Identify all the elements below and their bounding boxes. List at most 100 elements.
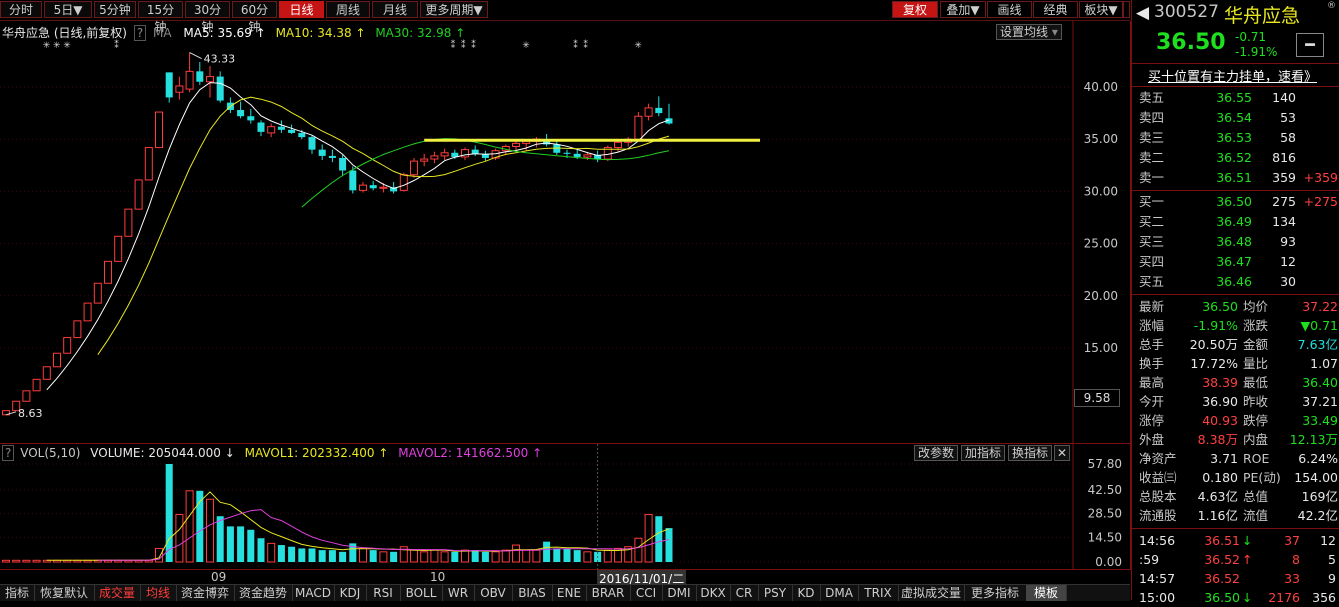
indicator-tab-6[interactable]: MACD [292,585,335,601]
kline-chart-area[interactable]: 40.00 35.00 30.00 25.00 20.00 15.00 43.33 8.63 ✳… [0,21,1131,443]
indicator-tab-1[interactable]: 恢复默认 [34,585,95,601]
volume-bar [22,559,31,563]
help-icon[interactable]: ? [133,25,147,41]
indicator-tab-10[interactable]: WR [442,585,475,601]
indicator-tab-0[interactable]: 指标 [0,585,35,601]
indicator-tab-4[interactable]: 资金博弈 [176,585,235,601]
candle-body [644,107,653,117]
candle-body [430,155,439,160]
volume-bar [583,551,592,563]
stats-row: 今开 36.90 昨收 37.21 [1132,392,1339,411]
period-tab-8[interactable]: 月线 [372,1,418,18]
toolbar-right-button-2[interactable]: 画线 [987,1,1032,18]
indicator-tab-24[interactable]: 更多指标 [964,585,1027,601]
period-tab-5[interactable]: 60分钟 [232,1,277,34]
order-banner-link[interactable]: 买十位置有主力挂单，速看》 [1148,66,1317,85]
indicator-tab-12[interactable]: BIAS [512,585,553,601]
volume-bar [226,526,234,562]
indicator-tab-19[interactable]: PSY [758,585,793,601]
switch-indicator-button[interactable]: 换指标 [1008,445,1053,461]
volume-chart-area[interactable]: 57.80 42.50 28.50 14.50 0.00 ? VOL(5,10) VOL… [0,443,1131,570]
indicator-tab-14[interactable]: BRAR [586,585,631,601]
indicator-tab-23[interactable]: 虚拟成交量 [898,585,965,601]
period-tab-6[interactable]: 日线 [279,1,324,18]
event-marker-icon[interactable]: ✳ [63,41,71,51]
indicator-tab-8[interactable]: RSI [366,585,401,601]
period-tab-7[interactable]: 周线 [326,1,370,18]
ma-settings-button[interactable]: 设置均线 ▾ [996,24,1062,40]
edit-params-button[interactable]: 改参数 [914,445,959,461]
close-icon[interactable]: ✕ [1054,445,1070,461]
toolbar-right-button-4[interactable]: 板块▼ [1079,1,1123,18]
price-change: -0.71 [1235,30,1267,44]
volume-bar [553,548,561,562]
event-marker-icon[interactable]: ⁑ [471,39,476,51]
indicator-tab-7[interactable]: KDJ [334,585,367,601]
next-arrow-icon[interactable] [1123,1,1130,18]
ask-price: 36.52 [1216,150,1252,165]
indicator-tab-25[interactable]: 模板 [1026,585,1067,601]
toolbar-right-button-3[interactable]: 经典 [1033,1,1078,18]
bid-row: 买三 36.48 93 [1132,232,1339,252]
ask-row: 卖二 36.52 816 [1132,148,1339,168]
period-tab-3[interactable]: 15分钟 [138,1,183,34]
period-tab-9[interactable]: 更多周期▼ [420,1,488,18]
event-marker-icon[interactable]: ✳ [43,41,51,51]
volume-bar [665,528,673,562]
period-tab-1[interactable]: 5日▼ [44,1,92,18]
bid-label: 买四 [1139,254,1165,269]
indicator-tab-16[interactable]: DMI [662,585,697,601]
event-marker-icon[interactable]: ✳ [53,41,61,51]
event-marker-icon[interactable]: ✳ [522,41,530,51]
event-marker-icon[interactable]: ⁑ [573,39,578,51]
indicator-tab-17[interactable]: DKX [696,585,731,601]
volume-bar [308,548,316,562]
indicator-tab-9[interactable]: BOLL [400,585,443,601]
bid-label: 买一 [1139,194,1165,209]
candle-body [369,185,377,189]
vol-tick-label: 0.00 [1095,555,1122,569]
back-arrow-icon[interactable]: ◀ [1136,3,1149,23]
indicator-tab-22[interactable]: TRIX [858,585,899,601]
indicator-tab-5[interactable]: 资金趋势 [234,585,293,601]
volume-bar [257,538,265,562]
event-marker-icon[interactable]: ✳ [634,41,642,51]
stats-label: 涨跌 [1243,318,1269,333]
indicator-tab-11[interactable]: OBV [474,585,513,601]
volume-chart[interactable]: 57.80 42.50 28.50 14.50 0.00 [0,444,1130,570]
ask-label: 卖二 [1139,150,1165,165]
volume-bar [165,464,173,562]
stats-value: 40.93 [1202,413,1238,428]
volume-bar [288,546,296,562]
tick-count: 356 [1312,590,1336,605]
stats-row: 总股本 4.63亿 总值 169亿 [1132,487,1339,506]
volume-bar [32,559,41,563]
tick-volume: 33 [1284,571,1300,586]
bid-row: 买一 36.50 275 +275 [1132,192,1339,212]
minimize-button[interactable]: ━ [1296,33,1324,57]
volume-bar [185,490,194,563]
indicator-tab-13[interactable]: ENE [552,585,587,601]
indicator-tab-20[interactable]: KD [792,585,821,601]
indicator-tab-21[interactable]: DMA [820,585,859,601]
period-tab-4[interactable]: 30分钟 [185,1,230,34]
tick-direction-icon: ↓ [1242,533,1253,548]
event-marker-icon[interactable]: ⁑ [583,39,588,51]
tick-direction-icon: ↓ [1242,590,1253,605]
ma30-value: MA30: 32.98 [375,26,452,40]
vol-help-icon[interactable]: ? [2,445,15,461]
indicator-tab-18[interactable]: CR [730,585,759,601]
toolbar-right-button-0[interactable]: 复权 [892,1,938,18]
toolbar-right-button-1[interactable]: 叠加▼ [940,1,986,18]
stats-label: 最新 [1139,299,1165,314]
kline-chart[interactable]: 40.00 35.00 30.00 25.00 20.00 15.00 43.33 8.63 ✳… [0,21,1130,443]
stats-value: 42.2亿 [1297,508,1338,523]
indicator-tab-15[interactable]: CCI [630,585,663,601]
period-tab-0[interactable]: 分时 [0,1,42,18]
period-tab-2[interactable]: 5分钟 [94,1,136,18]
candle-body [563,152,571,154]
indicator-tab-3[interactable]: 均线 [140,585,177,601]
candle-body [634,115,643,140]
indicator-tab-2[interactable]: 成交量 [94,585,141,601]
add-indicator-button[interactable]: 加指标 [961,445,1006,461]
